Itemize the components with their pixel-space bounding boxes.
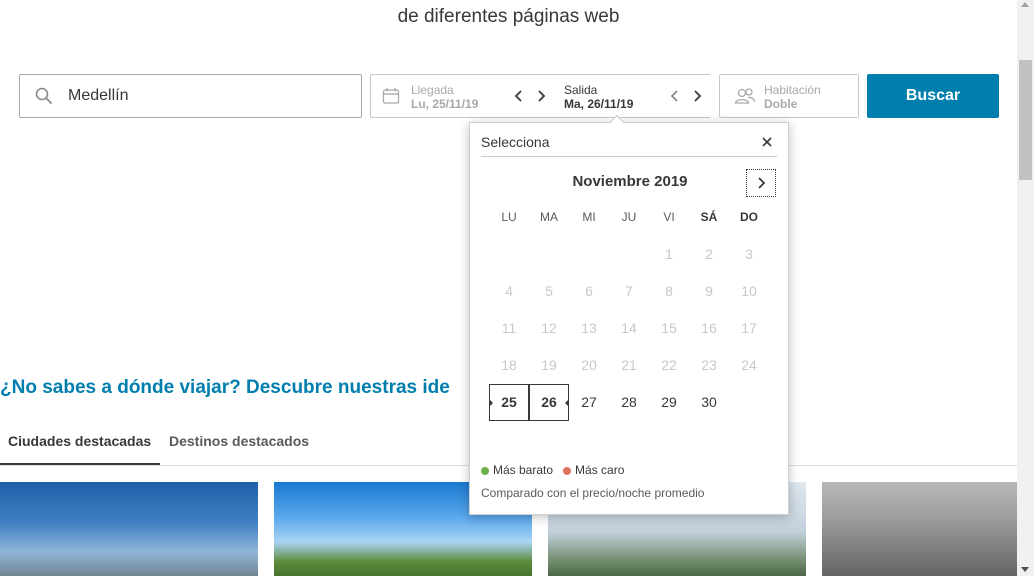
calendar-day: 7 (625, 283, 633, 299)
legend-expensive: Más caro (563, 463, 624, 477)
room-field[interactable]: Habitación Doble (719, 74, 859, 118)
price-note: Comparado con el precio/noche promedio (481, 486, 705, 500)
scrollbar[interactable] (1017, 0, 1034, 576)
checkout-field[interactable]: Salida Ma, 26/11/19 (556, 75, 711, 117)
weekday-label: LU (501, 210, 517, 224)
calendar-day: 22 (661, 357, 677, 373)
calendar-day[interactable]: 25 (489, 384, 529, 421)
calendar-day: 1 (665, 246, 673, 262)
calendar-month: Noviembre 2019 (572, 173, 688, 190)
calendar-day: 10 (741, 283, 757, 299)
calendar-day: 5 (545, 283, 553, 299)
checkin-label: Llegada (411, 83, 454, 97)
weekday-label: VI (663, 210, 675, 224)
price-legend: Más barato Más caro (481, 463, 624, 477)
legend-cheap-label: Más barato (493, 463, 554, 477)
city-card[interactable] (0, 482, 258, 576)
checkin-value: Lu, 25/11/19 (411, 97, 479, 111)
calendar-day: 19 (541, 357, 557, 373)
calendar-day: 2 (705, 246, 713, 262)
calendar-day: 12 (541, 320, 557, 336)
destination-value: Medellín (68, 87, 129, 104)
weekday-label: DO (740, 210, 758, 224)
scroll-thumb[interactable] (1019, 60, 1032, 180)
calendar-day: 9 (705, 283, 713, 299)
legend-cheap: Más barato (481, 463, 553, 477)
calendar-day: 11 (501, 320, 517, 336)
search-icon (20, 87, 68, 105)
calendar-day: 8 (665, 283, 673, 299)
destination-field[interactable]: Medellín (19, 74, 362, 118)
discover-headline: ¿No sabes a dónde viajar? Descubre nuest… (0, 377, 450, 398)
calendar-icon (382, 87, 400, 110)
next-month-button[interactable] (746, 169, 776, 197)
calendar-day: 15 (661, 320, 677, 336)
calendar-day[interactable]: 28 (609, 384, 649, 421)
checkout-prev-icon[interactable] (668, 88, 682, 104)
tab-destinos-destacados[interactable]: Destinos destacados (169, 433, 309, 449)
date-picker-field: Llegada Lu, 25/11/19 Salida Ma, 26/11/19 (370, 74, 711, 130)
calendar-day: 17 (741, 320, 757, 336)
calendar-day[interactable]: 27 (569, 384, 609, 421)
search-button[interactable]: Buscar (867, 74, 999, 118)
scroll-down-icon[interactable] (1021, 567, 1029, 572)
calendar-day: 23 (701, 357, 717, 373)
calendar-day: 6 (585, 283, 593, 299)
green-dot-icon (481, 466, 489, 475)
checkin-next-icon[interactable] (534, 88, 548, 104)
calendar-day: 13 (581, 320, 597, 336)
weekday-label: MI (582, 210, 596, 224)
scroll-up-icon[interactable] (1021, 2, 1029, 7)
weekday-label: MA (540, 210, 558, 224)
calendar-day: 4 (505, 283, 513, 299)
red-dot-icon (563, 466, 572, 475)
calendar-day[interactable]: 30 (689, 384, 729, 421)
weekday-label: JU (621, 210, 637, 224)
calendar-popup: Selecciona Noviembre 2019 LU MA MI JU VI SÁ DO… (469, 122, 789, 515)
checkin-field[interactable]: Llegada Lu, 25/11/19 (371, 75, 556, 117)
guests-icon (734, 87, 756, 110)
weekday-label: SÁ (700, 210, 718, 224)
calendar-day[interactable]: 26 (529, 384, 569, 421)
checkout-label: Salida (564, 83, 598, 97)
room-label: Habitación (764, 83, 821, 97)
calendar-day: 18 (501, 357, 517, 373)
divider (481, 156, 777, 157)
calendar-day: 16 (701, 320, 717, 336)
calendar-day: 24 (741, 357, 757, 373)
legend-expensive-label: Más caro (575, 463, 625, 477)
tagline: de diferentes páginas web (397, 6, 620, 27)
checkout-next-icon[interactable] (690, 88, 704, 104)
checkout-value: Ma, 26/11/19 (564, 97, 634, 111)
calendar-day: 3 (745, 246, 753, 262)
calendar-day: 21 (621, 357, 637, 373)
calendar-day: 14 (621, 320, 637, 336)
checkin-prev-icon[interactable] (512, 88, 526, 104)
room-value: Doble (764, 97, 798, 111)
city-card[interactable] (822, 482, 1017, 576)
calendar-day[interactable]: 29 (649, 384, 689, 421)
tab-ciudades-destacadas[interactable]: Ciudades destacadas (8, 433, 151, 449)
close-icon[interactable] (760, 135, 774, 149)
calendar-title: Selecciona (481, 134, 550, 150)
active-tab-indicator (0, 463, 160, 465)
page: de diferentes páginas web Medellín Llega… (0, 0, 1034, 576)
calendar-day: 20 (581, 357, 597, 373)
